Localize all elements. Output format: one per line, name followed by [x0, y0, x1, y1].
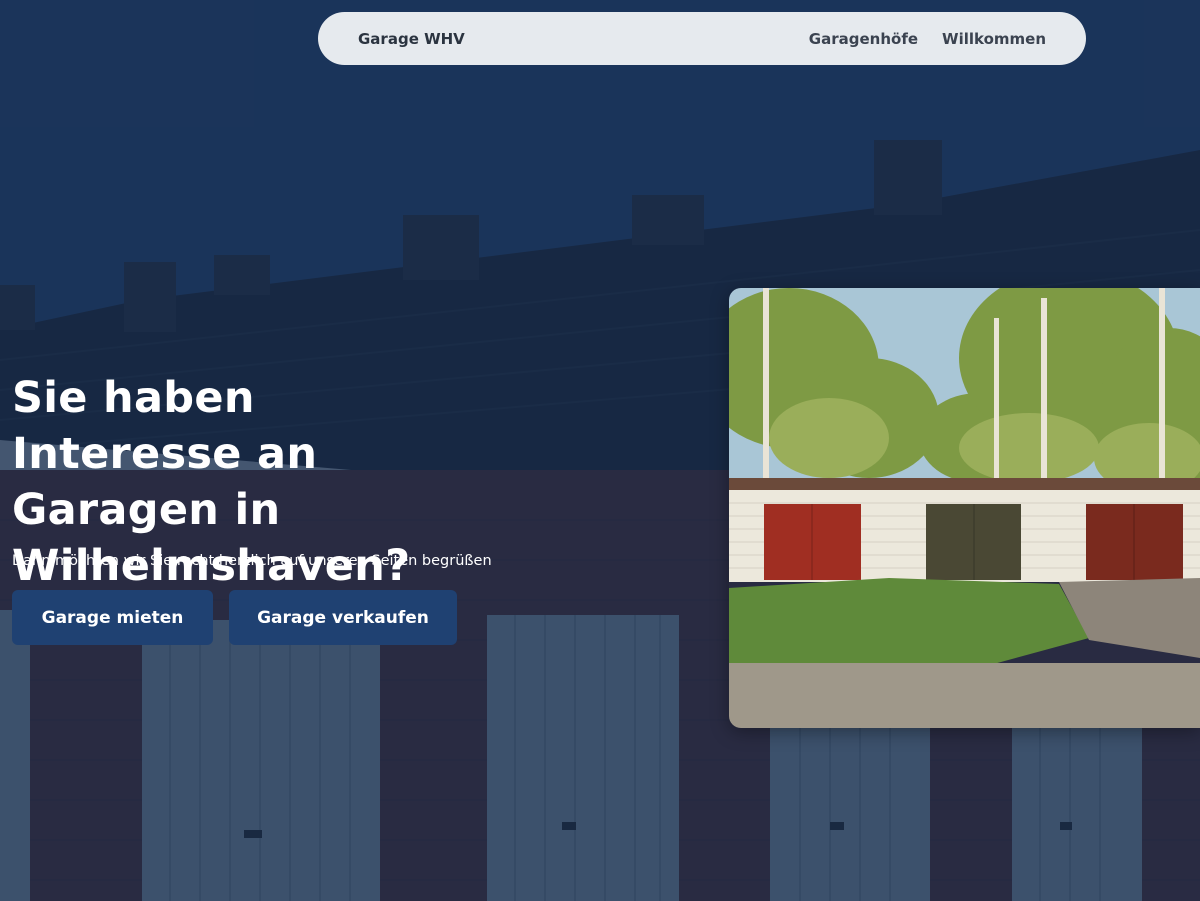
brand-logo-link[interactable]: Garage WHV	[358, 30, 465, 48]
hero-subtitle: Dann möchten wir Sie recht herzlich auf …	[12, 553, 492, 569]
nav-links: Garagenhöfe Willkommen	[809, 30, 1046, 48]
hero-button-row: Garage mieten Garage verkaufen	[12, 590, 457, 645]
nav-link-garagenhoefe[interactable]: Garagenhöfe	[809, 30, 918, 48]
sell-garage-button[interactable]: Garage verkaufen	[229, 590, 457, 645]
nav-link-willkommen[interactable]: Willkommen	[942, 30, 1046, 48]
garage-photo	[729, 288, 1200, 728]
rent-garage-button[interactable]: Garage mieten	[12, 590, 213, 645]
navbar: Garage WHV Garagenhöfe Willkommen	[318, 12, 1086, 65]
